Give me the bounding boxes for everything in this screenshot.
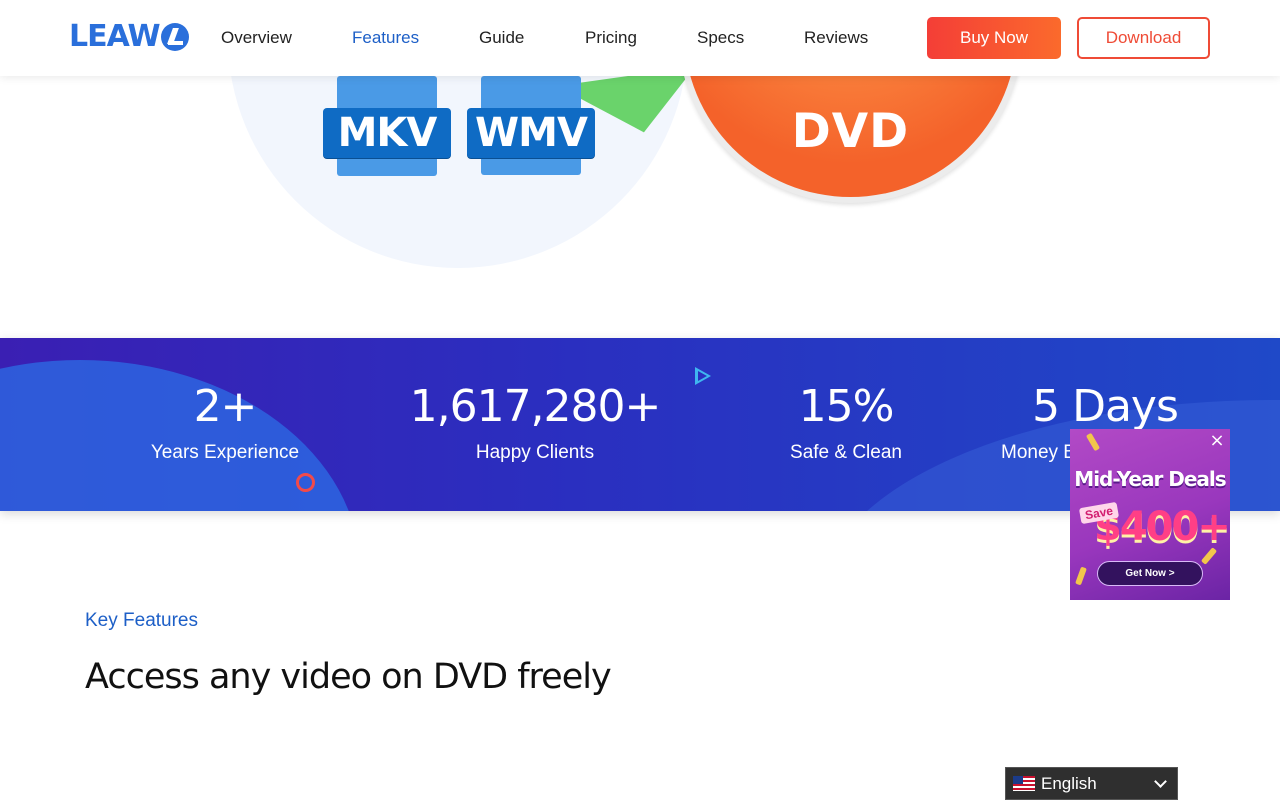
site-header: LEAW Overview Features Guide Pricing Spe…	[0, 0, 1280, 76]
language-selector[interactable]: English	[1005, 767, 1178, 800]
circle-icon	[296, 473, 315, 492]
nav-guide[interactable]: Guide	[479, 26, 585, 50]
stat-years-label: Years Experience	[150, 442, 300, 463]
dvd-disc-icon: DVD	[678, 76, 1023, 203]
key-features-eyebrow: Key Features	[85, 610, 198, 631]
logo-mark-icon	[160, 23, 189, 51]
nav-specs[interactable]: Specs	[697, 26, 804, 50]
play-icon	[695, 367, 711, 385]
download-button[interactable]: Download	[1077, 17, 1210, 59]
dvd-disc-label: DVD	[791, 104, 910, 159]
stat-safe-label: Safe & Clean	[790, 442, 902, 463]
stat-clients-label: Happy Clients	[475, 442, 595, 463]
hero-illustration: MKV WMV DVD	[0, 76, 1280, 338]
main-nav: Overview Features Guide Pricing Specs Re…	[221, 26, 884, 50]
close-icon[interactable]: ×	[1208, 432, 1226, 450]
language-label: English	[1041, 773, 1097, 793]
mkv-format-tag: MKV	[323, 108, 451, 158]
dvd-disc-face: DVD	[684, 76, 1017, 197]
mid-year-deals-popup[interactable]: × Mid-Year Deals $400+ Save Get Now >	[1070, 429, 1230, 600]
nav-reviews[interactable]: Reviews	[804, 26, 884, 50]
get-now-button[interactable]: Get Now >	[1097, 561, 1203, 586]
stat-money-back-value: 5 Days	[1032, 381, 1179, 432]
features-headline: Access any video on DVD freely	[85, 657, 612, 697]
us-flag-icon	[1013, 776, 1035, 791]
page: LEAW Overview Features Guide Pricing Spe…	[0, 0, 1280, 800]
chevron-down-icon	[1154, 775, 1167, 788]
stat-clients-value: 1,617,280+	[409, 381, 662, 432]
nav-features[interactable]: Features	[352, 26, 479, 50]
leawo-logo[interactable]: LEAW	[69, 20, 189, 54]
buy-now-button[interactable]: Buy Now	[927, 17, 1061, 59]
stat-years-value: 2+	[193, 381, 258, 432]
stat-safe-value: 15%	[798, 381, 895, 432]
wmv-format-tag: WMV	[467, 108, 595, 158]
logo-text: LEAW	[69, 19, 161, 54]
promo-title: Mid-Year Deals	[1074, 467, 1226, 491]
nav-pricing[interactable]: Pricing	[585, 26, 697, 50]
nav-overview[interactable]: Overview	[221, 26, 352, 50]
confetti-decoration	[1075, 566, 1087, 586]
confetti-decoration	[1085, 432, 1101, 452]
